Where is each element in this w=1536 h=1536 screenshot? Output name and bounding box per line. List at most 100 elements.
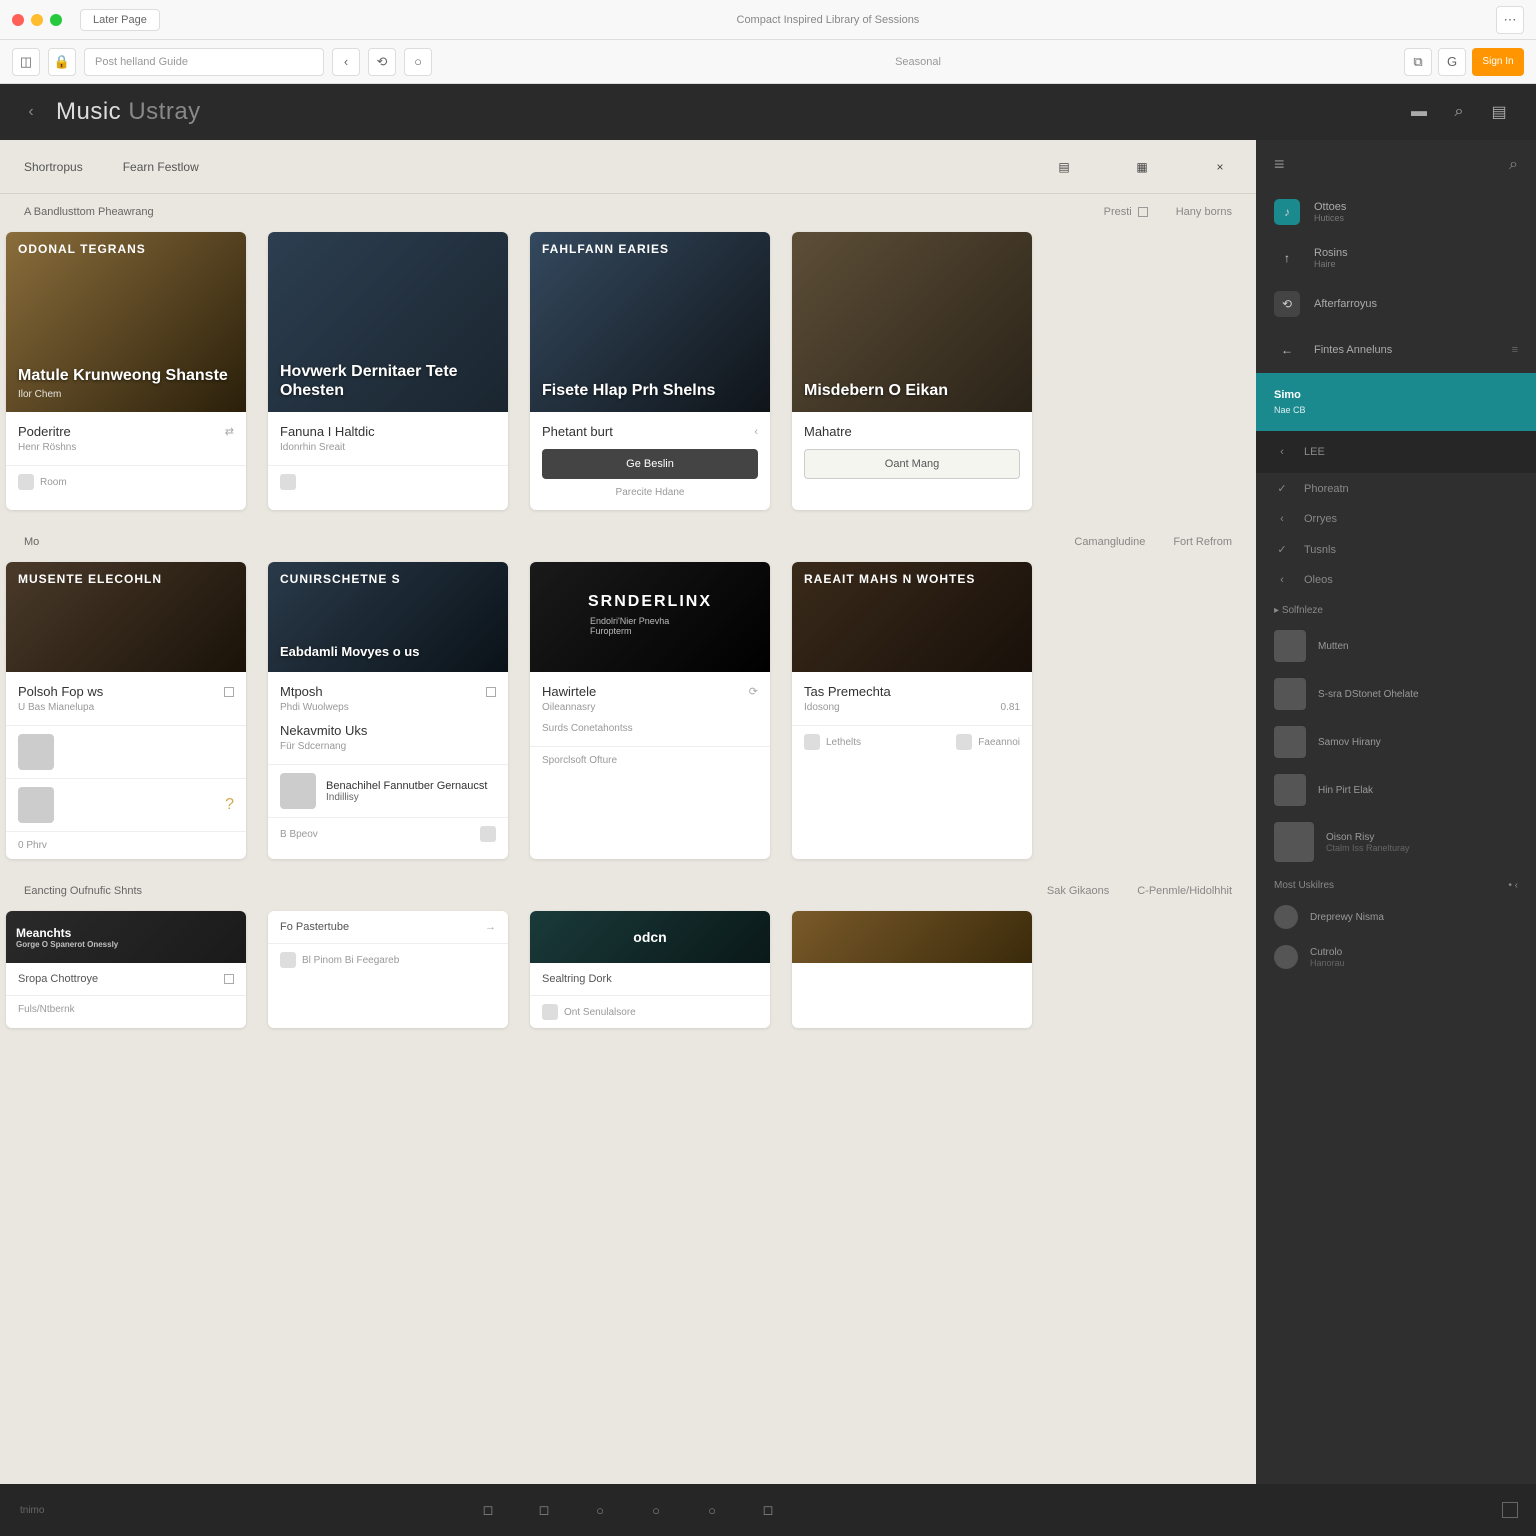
avatar-icon xyxy=(1274,905,1298,929)
minimize-window-icon[interactable] xyxy=(31,14,43,26)
card-title: Tas Premechta xyxy=(804,684,1020,699)
expand-icon[interactable] xyxy=(1502,1502,1518,1518)
reload-icon[interactable]: ⟲ xyxy=(368,48,396,76)
checkbox-icon[interactable] xyxy=(1138,207,1148,217)
sidebar-active-item[interactable]: Simo Nae CB xyxy=(1256,373,1536,431)
library-icon[interactable]: ▤ xyxy=(1482,95,1516,129)
track-item[interactable]: ? xyxy=(6,778,246,831)
chevron-icon[interactable]: ⟳ xyxy=(749,685,758,698)
sidebar-footer-item[interactable]: CutroloHanorau xyxy=(1256,937,1536,977)
card-row-3: Meanchts Gorge O Spanerot Onessly Sropa … xyxy=(0,907,1256,1042)
section-right[interactable]: Fort Refrom xyxy=(1173,536,1232,548)
url-input[interactable]: Post helland Guide xyxy=(84,48,324,76)
dropdown-icon[interactable]: ‹ xyxy=(332,48,360,76)
play-button[interactable]: Oant Mang xyxy=(804,449,1020,479)
section-header-1: A Bandlusttom Pheawrang Presti Hany born… xyxy=(0,194,1256,228)
copy-icon[interactable]: ⧉ xyxy=(1404,48,1432,76)
small-card[interactable]: Meanchts Gorge O Spanerot Onessly Sropa … xyxy=(6,911,246,1028)
section-action-presti[interactable]: Presti xyxy=(1104,206,1132,218)
chevron-icon[interactable]: → xyxy=(485,921,496,933)
signin-button[interactable]: Sign In xyxy=(1472,48,1524,76)
home-icon[interactable]: ○ xyxy=(404,48,432,76)
search-icon[interactable]: ⌕ xyxy=(1442,95,1476,129)
tab-fearnfestlow[interactable]: Fearn Festlow xyxy=(123,160,199,174)
shield-icon[interactable]: ◫ xyxy=(12,48,40,76)
sidebar-thumb-item[interactable]: Hin Pirt Elak xyxy=(1256,766,1536,814)
sidebar-thumb-item[interactable]: Mutten xyxy=(1256,622,1536,670)
section-heading: A Bandlusttom Pheawrang xyxy=(24,206,154,218)
close-icon[interactable]: × xyxy=(1208,155,1232,179)
thumb-icon xyxy=(1274,822,1314,862)
sidebar-nav-orryes[interactable]: ‹Orryes xyxy=(1256,504,1536,534)
folder-icon[interactable]: ▬ xyxy=(1402,95,1436,129)
tab-shortropus[interactable]: Shortropus xyxy=(24,160,83,174)
small-card-foot: Ont Senulalsore xyxy=(530,995,770,1028)
card-sub: Oileannasry xyxy=(542,702,758,713)
content-area: Shortropus Fearn Festlow ▤ ▦ × A Bandlus… xyxy=(0,140,1256,1536)
sidebar-thumb-item[interactable]: Samov Hirany xyxy=(1256,718,1536,766)
close-window-icon[interactable] xyxy=(12,14,24,26)
album-card[interactable]: Hovwerk Dernitaer Tete Ohesten Fanuna I … xyxy=(268,232,508,510)
sidebar-footer-item[interactable]: Dreprewy Nisma xyxy=(1256,897,1536,937)
album-card[interactable]: MUSENTE ELECOHLN Polsoh Fop ws U Bas Mia… xyxy=(6,562,246,859)
play-button[interactable]: Ge Beslin xyxy=(542,449,758,479)
sidebar-item-rosins[interactable]: ↑ RosinsHaire xyxy=(1256,235,1536,281)
player-btn-1[interactable]: ◻ xyxy=(474,1496,502,1524)
cover-top-label: RAEAIT MAHS N WOHTES xyxy=(804,572,975,586)
small-card[interactable] xyxy=(792,911,1032,1028)
sidebar-thumb-item[interactable]: S-sra DStonet Ohelate xyxy=(1256,670,1536,718)
small-card-cover: Meanchts Gorge O Spanerot Onessly xyxy=(6,911,246,963)
save-icon[interactable] xyxy=(280,952,296,968)
album-card[interactable]: CUNIRSCHETNE S Eabdamli Movyes o us Mtpo… xyxy=(268,562,508,859)
sidebar-item-ottoes[interactable]: ♪ OttoesHutices xyxy=(1256,189,1536,235)
menu-icon[interactable]: ≡ xyxy=(1274,154,1285,175)
back-icon[interactable]: ‹ xyxy=(20,101,42,123)
card-title-2: Nekavmito Uks xyxy=(280,723,496,738)
browser-tab[interactable]: Later Page xyxy=(80,9,160,31)
player-btn-5[interactable]: ○ xyxy=(698,1496,726,1524)
checkbox-icon[interactable] xyxy=(486,687,496,697)
album-card[interactable]: RAEAIT MAHS N WOHTES Tas Premechta Idoso… xyxy=(792,562,1032,859)
sidebar-section-label: ▸ Solfnleze xyxy=(1256,595,1536,622)
sidebar-item-fintes[interactable]: ← Fintes Anneluns ≡ xyxy=(1256,327,1536,373)
section-right[interactable]: C-Penmle/Hidolhhit xyxy=(1137,885,1232,897)
card-link[interactable]: Parecite Hdane xyxy=(542,487,758,498)
player-btn-6[interactable]: ◻ xyxy=(754,1496,782,1524)
window-settings-icon[interactable]: ⋯ xyxy=(1496,6,1524,34)
sidebar-item-afterfarroyus[interactable]: ⟲ Afterfarroyus xyxy=(1256,281,1536,327)
refresh-icon[interactable]: G xyxy=(1438,48,1466,76)
list-view-icon[interactable]: ▤ xyxy=(1052,155,1076,179)
album-card[interactable]: ODONAL TEGRANS Matule Krunweong Shanste … xyxy=(6,232,246,510)
lock-icon[interactable]: 🔒 xyxy=(48,48,76,76)
search-icon[interactable]: ⌕ xyxy=(1509,156,1518,174)
options-icon[interactable]: ⇄ xyxy=(225,425,234,438)
sidebar-nav-phoreatn[interactable]: ✓Phoreatn xyxy=(1256,473,1536,504)
section-action-hany[interactable]: Hany borns xyxy=(1176,206,1232,218)
player-btn-3[interactable]: ○ xyxy=(586,1496,614,1524)
maximize-window-icon[interactable] xyxy=(50,14,62,26)
checkbox-icon[interactable] xyxy=(224,974,234,984)
sidebar-thumb-item-large[interactable]: Oison RisyCtalm Iss Ranelturay xyxy=(1256,814,1536,870)
small-card[interactable]: Fo Pastertube → Bl Pinom Bi Feegareb xyxy=(268,911,508,1028)
album-card[interactable]: SRNDERLINX Endolri'Nier Pnevha Furopterm… xyxy=(530,562,770,859)
player-btn-2[interactable]: ◻ xyxy=(530,1496,558,1524)
small-card-title: Fo Pastertube xyxy=(280,921,349,933)
menu-icon[interactable]: ≡ xyxy=(1512,344,1518,356)
track-item[interactable]: Benachihel Fannutber GernaucstIndillisy xyxy=(268,764,508,817)
small-card[interactable]: odcn Sealtring Dork Ont Senulalsore xyxy=(530,911,770,1028)
sidebar-nav-tusnls[interactable]: ✓Tusnls xyxy=(1256,534,1536,565)
track-thumb xyxy=(280,773,316,809)
album-card[interactable]: FAHLFANN EARIES Fisete Hlap Prh Shelns P… xyxy=(530,232,770,510)
chevron-icon[interactable]: ‹ xyxy=(754,426,758,438)
cover-title: Matule Krunweong Shanste xyxy=(18,366,234,385)
checkbox-icon[interactable] xyxy=(224,687,234,697)
sidebar-nav-lee[interactable]: ‹LEE xyxy=(1256,437,1536,467)
grid-view-icon[interactable]: ▦ xyxy=(1130,155,1154,179)
more-icon[interactable]: • ‹ xyxy=(1508,880,1518,891)
share-icon[interactable] xyxy=(480,826,496,842)
album-card[interactable]: Misdebern O Eikan Mahatre Oant Mang xyxy=(792,232,1032,510)
album-cover: Hovwerk Dernitaer Tete Ohesten xyxy=(268,232,508,412)
track-item[interactable] xyxy=(6,725,246,778)
sidebar-nav-oleos[interactable]: ‹Oleos xyxy=(1256,565,1536,595)
player-btn-4[interactable]: ○ xyxy=(642,1496,670,1524)
